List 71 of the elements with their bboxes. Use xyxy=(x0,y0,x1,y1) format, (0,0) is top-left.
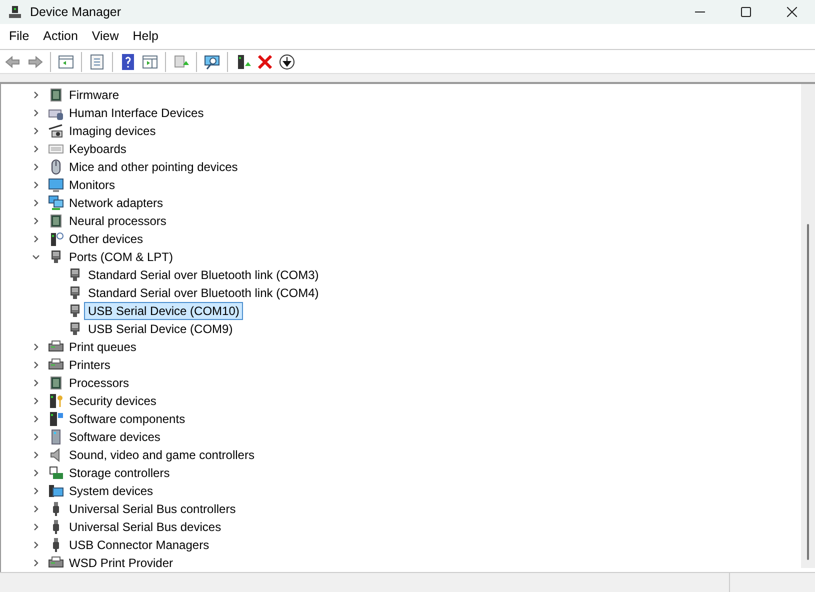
tree-item[interactable]: Sound, video and game controllers xyxy=(65,446,258,464)
monitor-icon xyxy=(48,177,64,193)
tree-item[interactable]: Standard Serial over Bluetooth link (COM3) xyxy=(84,266,323,284)
expand-chevron[interactable] xyxy=(32,127,40,135)
chip-icon xyxy=(48,87,64,103)
tree-item[interactable]: Software components xyxy=(65,410,190,428)
tree-item[interactable]: Processors xyxy=(65,374,134,392)
tree-item[interactable]: Keyboards xyxy=(65,140,130,158)
tree-item[interactable]: Standard Serial over Bluetooth link (COM4) xyxy=(84,284,323,302)
tree-item[interactable]: USB Serial Device (COM9) xyxy=(84,320,237,338)
scrollbar[interactable] xyxy=(801,84,815,568)
expand-chevron[interactable] xyxy=(32,469,40,477)
tree-item[interactable]: System devices xyxy=(65,482,158,500)
close-icon xyxy=(787,7,797,17)
tree-item[interactable]: Firmware xyxy=(65,86,123,104)
expand-chevron[interactable] xyxy=(32,487,40,495)
tree-item[interactable]: Software devices xyxy=(65,428,164,446)
expand-chevron[interactable] xyxy=(32,541,40,549)
expand-chevron[interactable] xyxy=(32,163,40,171)
tree-item[interactable]: Storage controllers xyxy=(65,464,174,482)
chip-icon xyxy=(48,375,64,391)
app-icon xyxy=(8,5,22,19)
expand-chevron[interactable] xyxy=(32,415,40,423)
expand-chevron[interactable] xyxy=(32,523,40,531)
tree-item[interactable]: Neural processors xyxy=(65,212,170,230)
chip-icon xyxy=(48,213,64,229)
expand-chevron[interactable] xyxy=(32,433,40,441)
key-device-icon xyxy=(48,393,64,409)
expand-chevron[interactable] xyxy=(32,451,40,459)
tree-item[interactable]: Network adapters xyxy=(65,194,168,212)
tree-item[interactable]: Universal Serial Bus controllers xyxy=(65,500,240,518)
camera-icon xyxy=(48,123,64,139)
tree-item[interactable]: Mice and other pointing devices xyxy=(65,158,242,176)
tree-item[interactable]: Human Interface Devices xyxy=(65,104,208,122)
expand-chevron[interactable] xyxy=(32,91,40,99)
tree-item[interactable]: Print queues xyxy=(65,338,140,356)
computer-icon xyxy=(48,483,64,499)
tree-item[interactable]: Printers xyxy=(65,356,114,374)
window-title: Device Manager xyxy=(30,4,122,21)
unknown-device-icon xyxy=(48,231,64,247)
tree-item[interactable]: USB Serial Device (COM10) xyxy=(84,302,244,320)
tree-item[interactable]: Monitors xyxy=(65,176,120,194)
expand-chevron[interactable] xyxy=(32,235,40,243)
expand-chevron[interactable] xyxy=(32,343,40,351)
storage-icon xyxy=(48,465,64,481)
menu-item[interactable]: File xyxy=(2,27,36,46)
network-icon xyxy=(48,195,64,211)
menu-item[interactable]: Action xyxy=(36,27,85,46)
scrollbar-thumb[interactable] xyxy=(807,224,809,560)
menu-item[interactable]: Help xyxy=(126,27,166,46)
tree-item[interactable]: WSD Print Provider xyxy=(65,554,178,572)
tower-puzzle-icon xyxy=(48,411,64,427)
expand-chevron[interactable] xyxy=(32,505,40,513)
expand-chevron[interactable] xyxy=(32,559,40,567)
tree-item[interactable]: Security devices xyxy=(65,392,160,410)
expand-chevron[interactable] xyxy=(32,109,40,117)
tree-item[interactable]: Imaging devices xyxy=(65,122,160,140)
tree-item[interactable]: Ports (COM & LPT) xyxy=(65,248,178,266)
tree-item[interactable]: USB Connector Managers xyxy=(65,536,214,554)
expand-chevron[interactable] xyxy=(32,199,40,207)
tree-item[interactable]: Universal Serial Bus devices xyxy=(65,518,226,536)
expand-chevron[interactable] xyxy=(32,379,40,387)
expand-chevron[interactable] xyxy=(32,397,40,405)
menu-item[interactable]: View xyxy=(84,27,126,46)
expand-chevron[interactable] xyxy=(32,361,40,369)
expand-chevron[interactable] xyxy=(32,145,40,153)
expand-chevron[interactable] xyxy=(32,181,40,189)
tree-item[interactable]: Other devices xyxy=(65,230,148,248)
collapse-chevron[interactable] xyxy=(32,253,40,261)
expand-chevron[interactable] xyxy=(32,217,40,225)
maximize-icon xyxy=(741,7,751,17)
